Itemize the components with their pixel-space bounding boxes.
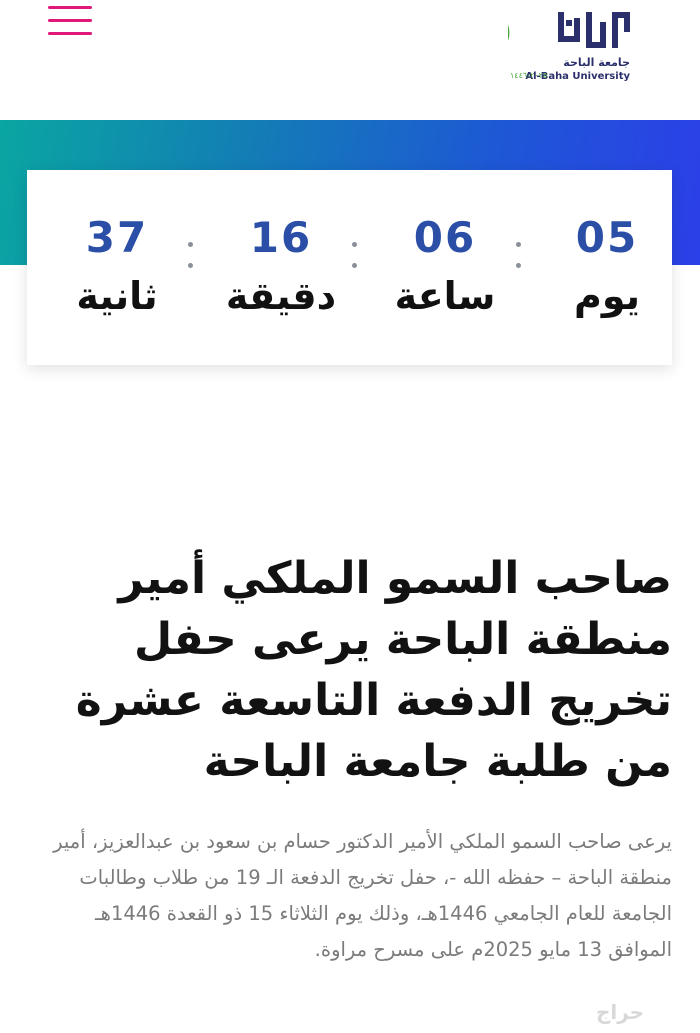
menu-bar [48, 19, 92, 22]
article-headline[interactable]: صاحب السمو الملكي أمير منطقة الباحة يرعى… [40, 548, 672, 792]
countdown-seconds-label: ثانية [76, 274, 158, 318]
countdown-separator [187, 242, 193, 284]
countdown-days-value: 05 [575, 213, 639, 262]
menu-bar [48, 6, 92, 9]
menu-bar [48, 32, 92, 35]
countdown-seconds: 37 ثانية [47, 212, 187, 324]
countdown-hours-value: 06 [413, 213, 477, 262]
logo-mark-number: 19 [508, 12, 512, 54]
countdown-days: 05 يوم [537, 212, 677, 324]
countdown-minutes-value: 16 [249, 213, 313, 262]
logo-arabic-name: جامعة الباحة [563, 56, 630, 69]
countdown-hours: 06 ساعة [375, 212, 515, 324]
al-baha-university-logo[interactable]: 19 جامعة الباحة Al-Baha University ٢٠٢٥-… [508, 8, 632, 82]
countdown-hours-label: ساعة [394, 274, 496, 318]
article-body: يرعى صاحب السمو الملكي الأمير الدكتور حس… [53, 830, 672, 961]
countdown-minutes: 16 دقيقة [211, 212, 351, 324]
site-header: 19 جامعة الباحة Al-Baha University ٢٠٢٥-… [0, 0, 700, 120]
countdown-separator [351, 242, 357, 284]
hamburger-menu-icon[interactable] [48, 6, 92, 36]
countdown-card: 05 يوم 06 ساعة 16 دقيقة 37 ثانية [27, 170, 672, 365]
countdown-minutes-label: دقيقة [225, 274, 337, 318]
countdown-seconds-value: 37 [85, 213, 149, 262]
countdown-separator [515, 242, 521, 284]
logo-cohort-line: ٢٠٢٥-١٤٤٦ [510, 71, 548, 80]
logo-mark-icon: 19 [508, 12, 630, 54]
countdown-days-label: يوم [574, 274, 640, 318]
haraj-watermark: حراج [595, 1000, 645, 1024]
